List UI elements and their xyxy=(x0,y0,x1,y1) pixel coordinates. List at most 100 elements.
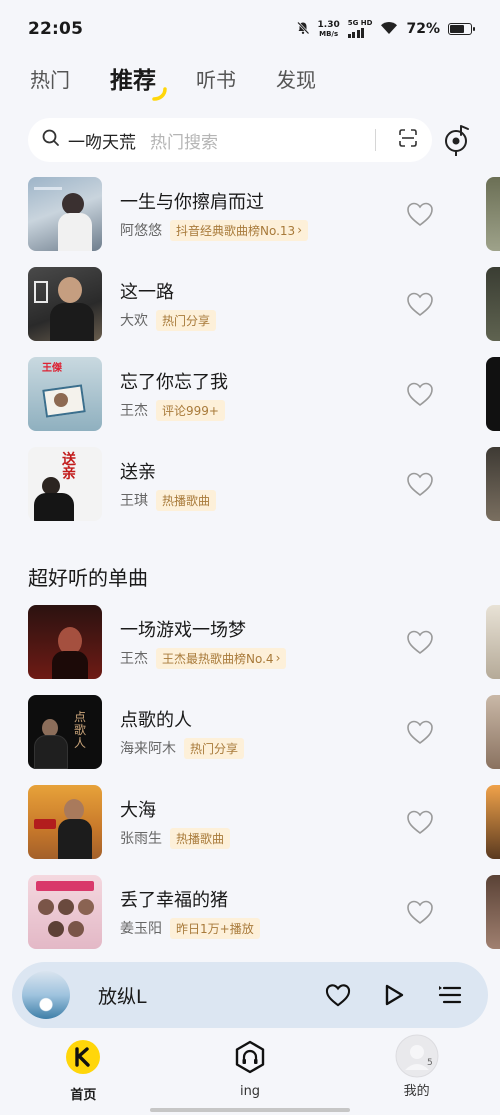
nav-ing-label: ing xyxy=(239,1084,261,1099)
tab-recommend-label: 推荐 xyxy=(110,68,156,94)
section-title: 超好听的单曲 xyxy=(28,566,148,590)
nav-home-label: 首页 xyxy=(70,1088,97,1103)
album-cover xyxy=(28,605,102,679)
heart-icon[interactable] xyxy=(322,979,354,1011)
comment-tag: 评论999+ xyxy=(156,399,225,421)
status-bar: 22:05 1.30 MB/s 5G HD 72% xyxy=(0,0,500,58)
search-icon xyxy=(42,129,60,151)
nav-ing[interactable]: ing xyxy=(167,1034,334,1106)
search-query: 一吻天荒 xyxy=(68,132,136,153)
next-column-cover xyxy=(486,357,500,431)
list-item[interactable]: 王傑 忘了你忘了我 王杰 评论999+ xyxy=(28,357,468,431)
search-divider xyxy=(375,129,376,151)
artist-name: 姜玉阳 xyxy=(120,921,162,937)
gesture-home-bar[interactable] xyxy=(150,1108,350,1112)
song-meta: 姜玉阳 昨日1万+播放 xyxy=(120,917,410,939)
tab-audiobook[interactable]: 听书 xyxy=(196,64,236,93)
next-column-cover xyxy=(486,267,500,341)
next-column-cover xyxy=(486,447,500,521)
tab-hot[interactable]: 热门 xyxy=(30,64,70,93)
nav-home[interactable]: 首页 xyxy=(0,1034,167,1106)
hot-tag: 热播歌曲 xyxy=(170,827,231,849)
heart-icon[interactable] xyxy=(406,381,434,407)
heart-icon[interactable] xyxy=(406,471,434,497)
song-meta: 大欢 热门分享 xyxy=(120,309,410,331)
nav-mine[interactable]: 5 我的 xyxy=(333,1034,500,1106)
song-meta: 王杰 评论999+ xyxy=(120,399,410,421)
song-title: 丢了幸福的猪 xyxy=(120,889,228,911)
song-info: 忘了你忘了我 王杰 评论999+ xyxy=(120,368,410,421)
home-k-icon xyxy=(66,1040,101,1078)
song-meta: 阿悠悠 抖音经典歌曲榜No.13 › xyxy=(120,219,410,241)
song-info: 送亲 王琪 热播歌曲 xyxy=(120,458,410,511)
album-cover xyxy=(28,785,102,859)
song-info: 大海 张雨生 热播歌曲 xyxy=(120,796,410,849)
now-playing-cover xyxy=(22,971,70,1019)
tag-label: 热门分享 xyxy=(190,741,239,756)
playlist-icon[interactable] xyxy=(434,979,466,1011)
tag-label: 王杰最热歌曲榜No.4 xyxy=(162,651,274,666)
heart-icon[interactable] xyxy=(406,201,434,227)
avatar-badge: 5 xyxy=(426,1058,433,1068)
now-playing-title: 放纵L xyxy=(98,985,147,1008)
play-icon[interactable] xyxy=(378,979,410,1011)
song-title: 一生与你擦肩而过 xyxy=(120,191,264,213)
artist-name: 王琪 xyxy=(120,493,148,509)
chart-tag[interactable]: 王杰最热歌曲榜No.4 › xyxy=(156,647,287,669)
tag-label: 评论999+ xyxy=(162,403,219,418)
artist-name: 王杰 xyxy=(120,403,148,419)
next-column-cover xyxy=(486,875,500,949)
mute-bell-icon xyxy=(296,21,310,38)
song-title: 这一路 xyxy=(120,281,174,303)
heart-icon[interactable] xyxy=(406,629,434,655)
scan-icon[interactable] xyxy=(398,129,418,151)
net-speed-value: 1.30 xyxy=(317,19,340,30)
mini-player[interactable]: 放纵L xyxy=(12,962,488,1028)
next-column-cover xyxy=(486,695,500,769)
list-item[interactable]: 这一路 大欢 热门分享 xyxy=(28,267,468,341)
status-time: 22:05 xyxy=(28,19,84,39)
search-hint: 热门搜索 xyxy=(150,132,218,153)
artist-name: 阿悠悠 xyxy=(120,223,162,239)
network-label: 5G HD xyxy=(347,19,373,27)
battery-percent: 72% xyxy=(406,21,440,37)
list-item[interactable]: 送亲 送亲 王琪 热播歌曲 xyxy=(28,447,468,521)
list-item[interactable]: 一场游戏一场梦 王杰 王杰最热歌曲榜No.4 › xyxy=(28,605,468,679)
list-item[interactable]: 一生与你擦肩而过 阿悠悠 抖音经典歌曲榜No.13 › xyxy=(28,177,468,251)
song-info: 点歌的人 海来阿木 热门分享 xyxy=(120,706,410,759)
artist-name: 张雨生 xyxy=(120,831,162,847)
tag-label: 昨日1万+播放 xyxy=(176,921,254,936)
next-column-cover xyxy=(486,177,500,251)
tag-label: 抖音经典歌曲榜No.13 xyxy=(176,223,296,238)
list-item[interactable]: 丢了幸福的猪 姜玉阳 昨日1万+播放 xyxy=(28,875,468,949)
battery-icon xyxy=(448,23,475,35)
song-meta: 张雨生 热播歌曲 xyxy=(120,827,410,849)
heart-icon[interactable] xyxy=(406,719,434,745)
heart-icon[interactable] xyxy=(406,291,434,317)
list-item[interactable]: 点歌人 点歌的人 海来阿木 热门分享 xyxy=(28,695,468,769)
hot-tag: 热播歌曲 xyxy=(156,489,217,511)
music-voice-icon[interactable] xyxy=(442,122,474,158)
album-cover xyxy=(28,177,102,251)
avatar-icon: 5 xyxy=(395,1034,439,1084)
tag-label: 热门分享 xyxy=(162,313,211,328)
next-column-cover xyxy=(486,605,500,679)
album-cover xyxy=(28,267,102,341)
heart-icon[interactable] xyxy=(406,899,434,925)
song-title: 点歌的人 xyxy=(120,709,192,731)
album-cover: 送亲 xyxy=(28,447,102,521)
album-cover xyxy=(28,875,102,949)
tag-label: 热播歌曲 xyxy=(162,493,211,508)
song-meta: 王琪 热播歌曲 xyxy=(120,489,410,511)
tab-recommend[interactable]: 推荐 xyxy=(110,61,167,101)
list-item[interactable]: 大海 张雨生 热播歌曲 xyxy=(28,785,468,859)
song-meta: 王杰 王杰最热歌曲榜No.4 › xyxy=(120,647,410,669)
chevron-right-icon: › xyxy=(297,223,303,237)
active-tab-swoosh-icon xyxy=(152,87,167,101)
tab-discover[interactable]: 发现 xyxy=(276,64,316,93)
search-input[interactable]: 一吻天荒 热门搜索 xyxy=(28,118,432,162)
song-title: 忘了你忘了我 xyxy=(120,371,228,393)
top-tabs: 热门 推荐 听书 发现 xyxy=(30,58,316,101)
heart-icon[interactable] xyxy=(406,809,434,835)
chart-tag[interactable]: 抖音经典歌曲榜No.13 › xyxy=(170,219,309,241)
